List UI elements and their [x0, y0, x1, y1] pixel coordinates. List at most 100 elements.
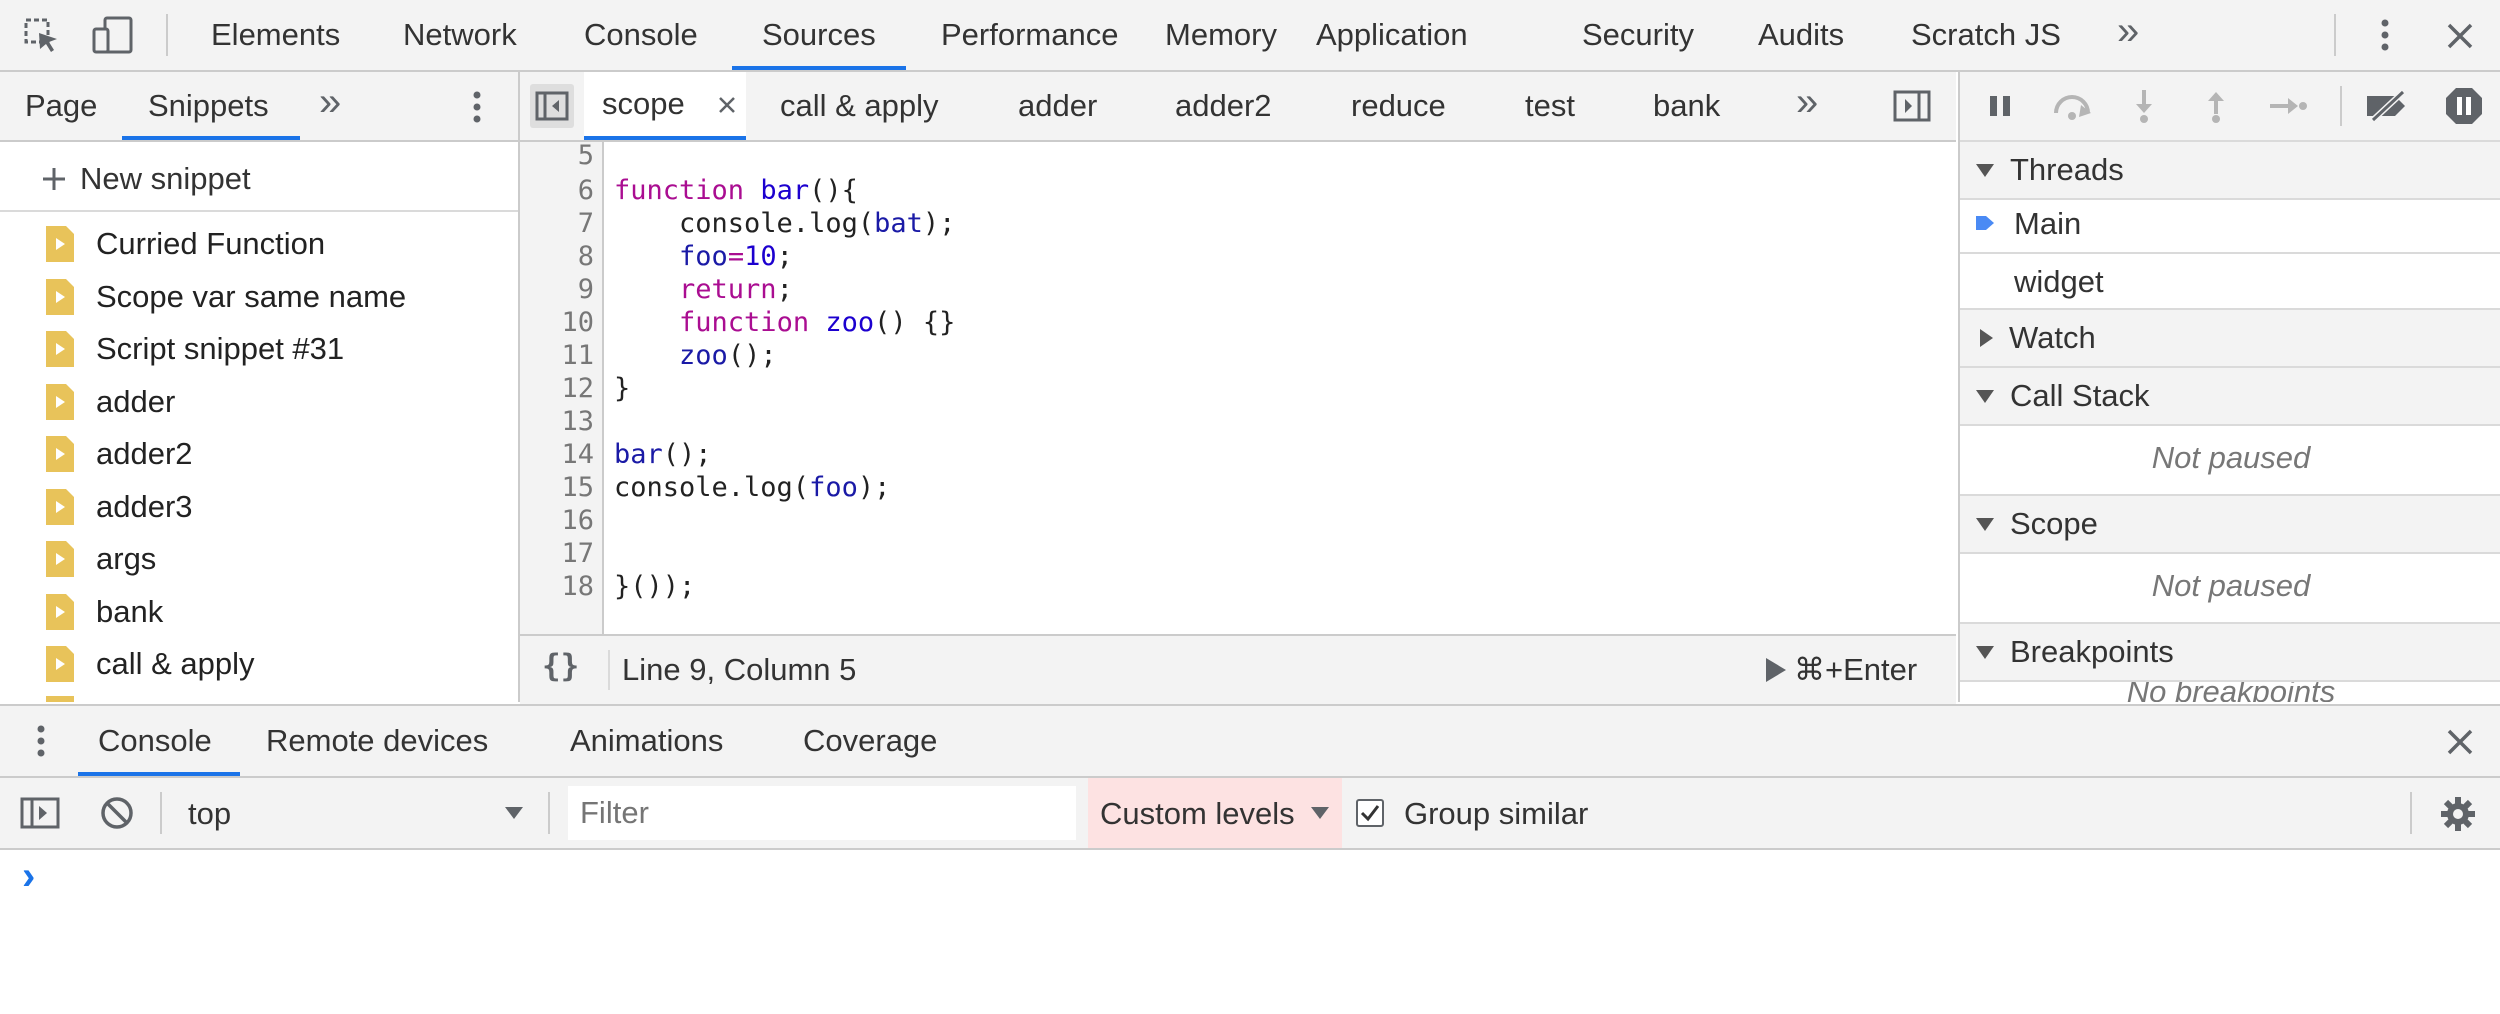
snippet-file-icon [46, 384, 74, 420]
customize-menu-icon[interactable] [2370, 14, 2400, 56]
tab-network[interactable]: Network [403, 0, 517, 70]
tab-performance[interactable]: Performance [941, 0, 1118, 70]
run-snippet-button[interactable]: ⌘+Enter [1764, 650, 1917, 690]
snippet-item[interactable]: args [46, 534, 156, 584]
tab-scratch-js[interactable]: Scratch JS [1911, 0, 2061, 70]
console-input-area[interactable] [60, 856, 2480, 916]
drawer-tab-remote-devices[interactable]: Remote devices [266, 706, 488, 776]
code-line: foo=10; [679, 241, 793, 272]
device-toolbar-icon[interactable] [90, 14, 136, 56]
snippet-item[interactable]: adder2 [46, 429, 193, 479]
snippet-label: Curried Function [96, 226, 326, 261]
drawer-tabs: Console Remote devices Animations Covera… [0, 706, 2500, 778]
editor-tab-call-apply[interactable]: call & apply [780, 72, 939, 140]
snippet-label: adder3 [96, 489, 193, 524]
close-devtools-icon[interactable] [2440, 16, 2480, 56]
scope-section-header[interactable]: Scope [1960, 494, 2500, 554]
snippet-item[interactable]: bank [46, 587, 163, 637]
close-drawer-icon[interactable] [2440, 722, 2480, 762]
line-number: 16 [561, 505, 594, 536]
pause-icon[interactable] [1980, 86, 2020, 126]
debugger-toolbar [1960, 72, 2500, 142]
snippet-label: adder [96, 384, 176, 419]
log-levels-dropdown[interactable]: Custom levels [1088, 778, 1342, 848]
more-editor-tabs-icon[interactable]: » [1796, 68, 1818, 136]
toolbar-divider [2334, 14, 2336, 56]
tab-application[interactable]: Application [1316, 0, 1468, 70]
console-filter-input[interactable] [568, 786, 1076, 840]
debugger-sidebar: Threads Main widget Watch Call Stack Not… [1958, 72, 2500, 702]
drawer-tab-console[interactable]: Console [98, 706, 212, 776]
toolbar-divider [160, 792, 162, 834]
context-selector[interactable]: top [172, 786, 534, 840]
play-icon [1766, 658, 1786, 682]
tab-console[interactable]: Console [584, 0, 698, 70]
code-line: return; [679, 274, 793, 305]
tab-memory[interactable]: Memory [1165, 0, 1277, 70]
tab-snippets[interactable]: Snippets [148, 72, 269, 140]
more-navigator-tabs-icon[interactable]: » [319, 68, 341, 136]
editor-area: scope call & apply adder adder2 reduce t… [520, 72, 1956, 704]
drawer-tab-coverage[interactable]: Coverage [803, 706, 937, 776]
watch-section-header[interactable]: Watch [1960, 308, 2500, 368]
editor-tab-reduce[interactable]: reduce [1351, 72, 1446, 140]
more-tabs-icon[interactable]: » [2117, 0, 2139, 66]
snippet-item[interactable]: adder3 [46, 482, 193, 532]
expand-triangle-icon [1976, 517, 1994, 531]
close-tab-icon[interactable] [716, 94, 738, 116]
context-value: top [188, 796, 232, 831]
snippet-file-icon [46, 489, 74, 525]
navigator-menu-icon[interactable] [462, 86, 492, 128]
threads-section-header[interactable]: Threads [1960, 140, 2500, 200]
snippet-file-icon-partial [46, 696, 74, 702]
line-number: 17 [561, 538, 594, 569]
editor-tab-test[interactable]: test [1525, 72, 1575, 140]
editor-tab-adder2[interactable]: adder2 [1175, 72, 1272, 140]
console-settings-gear-icon[interactable] [2436, 792, 2480, 836]
code-line: zoo(); [679, 340, 777, 371]
snippet-file-icon [46, 436, 74, 472]
deactivate-breakpoints-icon[interactable] [2364, 86, 2414, 126]
pretty-print-button[interactable]: {} [542, 648, 579, 684]
tab-elements[interactable]: Elements [211, 0, 340, 70]
group-similar-checkbox[interactable] [1356, 799, 1384, 827]
snippet-item[interactable]: adder [46, 377, 175, 427]
new-snippet-button[interactable]: New snippet [40, 154, 251, 204]
snippet-item[interactable]: Curried Function [46, 219, 325, 269]
editor-tabs: scope call & apply adder adder2 reduce t… [520, 72, 1956, 142]
thread-item-widget[interactable]: widget [1960, 254, 2500, 308]
inspect-element-icon[interactable] [22, 16, 62, 56]
collapse-triangle-icon [1980, 329, 1993, 347]
step-into-icon [2124, 86, 2164, 126]
toggle-navigator-icon[interactable] [530, 84, 574, 128]
pause-on-exceptions-icon[interactable] [2442, 84, 2486, 128]
thread-label: widget [2014, 264, 2104, 299]
editor-tab-label: scope [602, 86, 685, 121]
editor-tab-bank[interactable]: bank [1653, 72, 1720, 140]
tab-page[interactable]: Page [25, 72, 97, 140]
clear-console-icon[interactable] [96, 792, 138, 834]
breakpoints-section-header[interactable]: Breakpoints [1960, 622, 2500, 682]
snippet-item[interactable]: Scope var same name [46, 272, 406, 322]
drawer-menu-icon[interactable] [26, 720, 56, 762]
step-over-icon [2050, 86, 2094, 126]
drawer-tab-animations[interactable]: Animations [570, 706, 723, 776]
snippet-item[interactable]: call & apply [46, 639, 255, 689]
toggle-debugger-icon[interactable] [1890, 84, 1934, 128]
thread-item-main[interactable]: Main [1960, 198, 2500, 254]
show-console-sidebar-icon[interactable] [18, 792, 62, 834]
tab-security[interactable]: Security [1582, 0, 1694, 70]
editor-tab-scope[interactable]: scope [584, 72, 746, 140]
tab-audits[interactable]: Audits [1758, 0, 1844, 70]
tab-sources[interactable]: Sources [732, 0, 906, 70]
divider [0, 210, 518, 212]
snippet-label: call & apply [96, 646, 255, 681]
checkmark-icon [1360, 805, 1380, 822]
snippet-item[interactable]: Script snippet #31 [46, 324, 344, 374]
editor-tab-adder[interactable]: adder [1018, 72, 1097, 140]
line-number: 10 [561, 307, 594, 338]
console-toolbar: top Custom levels Group similar [0, 778, 2500, 850]
call-stack-section-header[interactable]: Call Stack [1960, 366, 2500, 426]
console-prompt[interactable]: › [22, 854, 35, 899]
code-editor[interactable]: function bar(){ console.log(bat); foo=10… [604, 142, 1956, 634]
